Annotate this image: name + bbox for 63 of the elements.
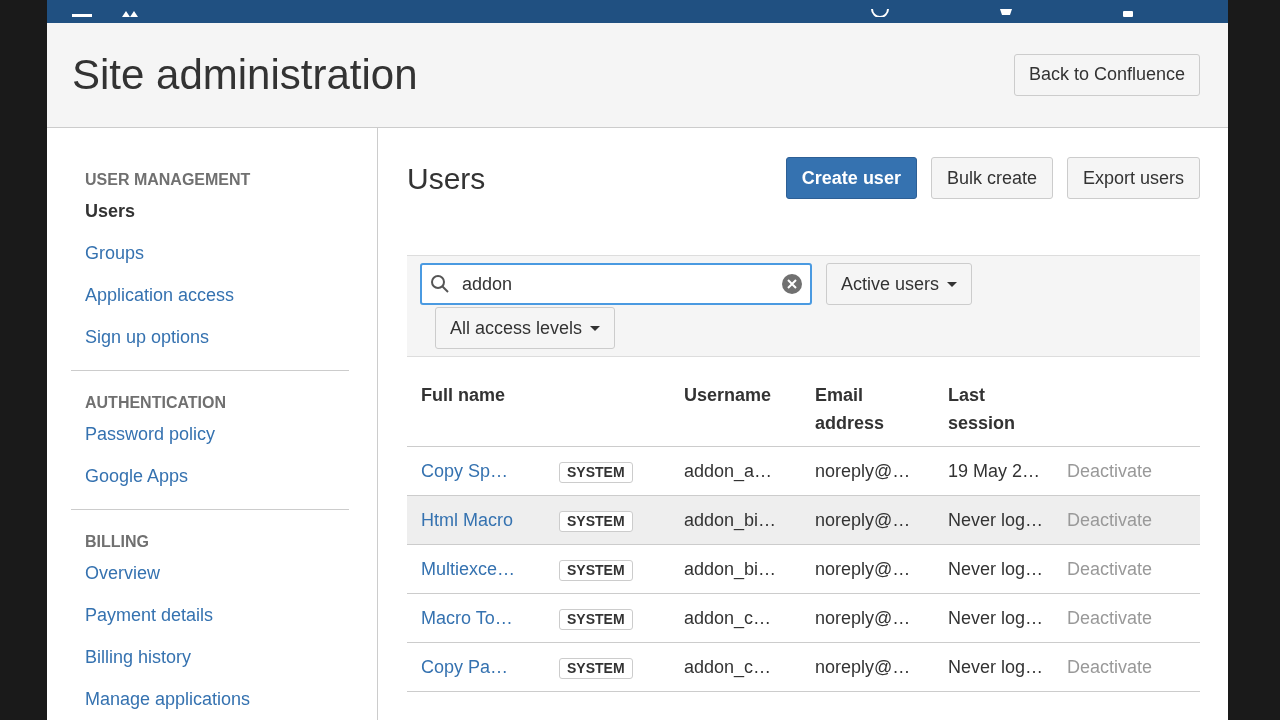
table-cell: Never log…	[948, 607, 1044, 628]
filter-dropdown[interactable]: Active users	[826, 263, 973, 305]
deactivate-link[interactable]: Deactivate	[1067, 558, 1153, 579]
system-badge: SYSTEM	[559, 510, 633, 532]
deactivate-link[interactable]: Deactivate	[1067, 607, 1153, 628]
table-cell: noreply@…	[815, 656, 911, 677]
column-header: Last session	[948, 384, 1017, 435]
user-name-link[interactable]: Copy Pa…	[421, 656, 509, 677]
sidebar-item[interactable]: Users	[71, 190, 349, 232]
table-cell: noreply@…	[815, 607, 911, 628]
page-title: Site administration	[72, 50, 418, 101]
caret-icon	[590, 325, 601, 331]
section-title: Users	[407, 160, 486, 197]
table-cell: addon_a…	[684, 460, 773, 481]
table-cell: addon_c…	[684, 656, 772, 677]
logo-icon[interactable]	[122, 10, 138, 17]
sidebar-item[interactable]: Sign up options	[71, 316, 349, 358]
user-name-link[interactable]: Html Macro	[421, 509, 513, 530]
column-header: Email address	[815, 384, 886, 435]
system-badge: SYSTEM	[559, 608, 633, 630]
table-cell: addon_bi…	[684, 558, 777, 579]
system-badge: SYSTEM	[559, 461, 633, 483]
table-cell: Never log…	[948, 656, 1044, 677]
menu-icon[interactable]	[72, 13, 92, 17]
sidebar-item[interactable]: Billing history	[71, 636, 349, 678]
user-name-link[interactable]: Multiexce…	[421, 558, 516, 579]
sidebar-heading: BILLING	[84, 532, 150, 552]
sidebar-heading: USER MANAGEMENT	[84, 170, 252, 190]
action-button[interactable]: Create user	[785, 157, 917, 199]
back-button[interactable]: Back to Confluence	[1013, 53, 1200, 96]
sidebar-item[interactable]: Google Apps	[71, 455, 349, 497]
sidebar-item[interactable]: Payment details	[71, 594, 349, 636]
search-icon	[430, 274, 450, 294]
deactivate-link[interactable]: Deactivate	[1067, 460, 1153, 481]
table-cell: noreply@…	[815, 558, 911, 579]
table-cell: Never log…	[948, 558, 1044, 579]
clear-icon[interactable]	[782, 274, 802, 294]
sidebar-item[interactable]: Manage applications	[71, 678, 349, 720]
table-cell: addon_bi…	[684, 509, 777, 530]
table-cell: addon_c…	[684, 607, 772, 628]
table-cell: Never log…	[948, 509, 1044, 530]
user-name-link[interactable]: Macro To…	[421, 607, 513, 628]
action-button[interactable]: Export users	[1066, 157, 1200, 199]
sidebar-item[interactable]: Groups	[71, 232, 349, 274]
table-cell: 19 May 2…	[948, 460, 1041, 481]
system-badge: SYSTEM	[559, 657, 633, 679]
table-cell: noreply@…	[815, 509, 911, 530]
sidebar-item[interactable]: Password policy	[71, 413, 349, 455]
table-cell: noreply@…	[815, 460, 911, 481]
system-badge: SYSTEM	[559, 559, 633, 581]
sidebar-heading: AUTHENTICATION	[84, 393, 228, 413]
table-row[interactable]: Html Macro SYSTEM addon_bi… noreply@… Never log… Deactivate	[407, 496, 1200, 545]
filter-dropdown[interactable]: All access levels	[435, 307, 616, 349]
caret-icon	[947, 281, 958, 287]
user-name-link[interactable]: Copy Sp…	[421, 460, 509, 481]
sidebar-item[interactable]: Application access	[71, 274, 349, 316]
deactivate-link[interactable]: Deactivate	[1067, 656, 1153, 677]
search-input[interactable]: addon	[462, 270, 770, 298]
column-header: Full name	[421, 384, 505, 407]
action-button[interactable]: Bulk create	[930, 157, 1053, 199]
column-header: Username	[684, 384, 772, 407]
search-field[interactable]: addon	[420, 263, 812, 305]
sidebar-item[interactable]: Overview	[71, 552, 349, 594]
